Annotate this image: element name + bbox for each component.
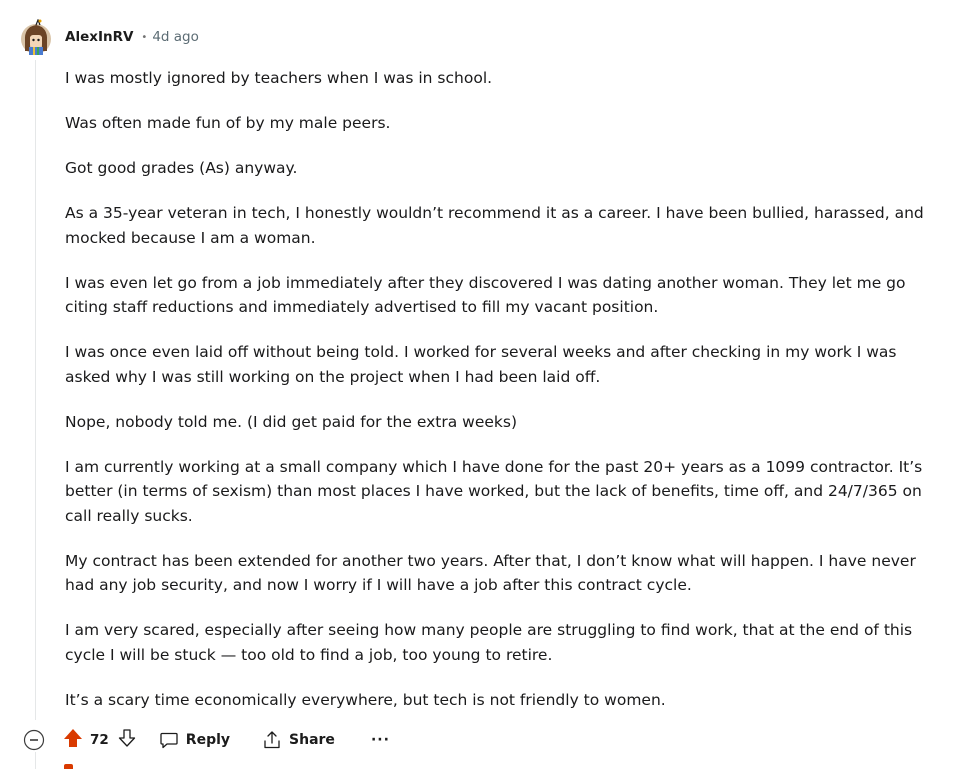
author-name[interactable]: AlexInRV <box>65 29 133 45</box>
comment-paragraph: I am currently working at a small compan… <box>65 457 923 525</box>
thread-line[interactable] <box>35 60 36 720</box>
upvote-arrow-icon <box>64 729 82 747</box>
comment-paragraph: It’s a scary time economically everywher… <box>65 690 666 709</box>
meta-separator: • <box>141 31 148 43</box>
comment-paragraph: My contract has been extended for anothe… <box>65 551 916 595</box>
more-options-button[interactable]: ··· <box>371 732 390 748</box>
vote-score: 72 <box>90 732 109 748</box>
downvote-button[interactable] <box>117 728 137 752</box>
comment-paragraph: I was mostly ignored by teachers when I … <box>65 69 493 87</box>
comment-paragraph: As a 35-year veteran in tech, I honestly… <box>65 204 924 247</box>
reply-button[interactable]: Reply <box>159 730 230 750</box>
avatar[interactable] <box>20 18 52 57</box>
share-button[interactable]: Share <box>262 730 335 750</box>
vote-group: 72 <box>63 728 137 752</box>
comment-action-bar: 72 Reply Share ··· <box>22 726 390 754</box>
reply-label: Reply <box>185 732 231 748</box>
next-comment-avatar-edge <box>64 764 73 769</box>
share-label: Share <box>289 732 335 748</box>
comment-body: I was mostly ignored by teachers when I … <box>65 66 945 712</box>
upvote-button[interactable] <box>63 728 83 752</box>
comment-paragraph: Got good grades (As) anyway. <box>65 159 298 177</box>
comment-header: AlexInRV • 4d ago <box>65 27 199 47</box>
minus-circle-icon <box>23 729 45 751</box>
thread-line-continuation[interactable] <box>35 752 36 769</box>
comment-bubble-icon <box>160 732 178 749</box>
comment-paragraph: I was even let go from a job immediately… <box>65 273 906 317</box>
comment-timestamp[interactable]: 4d ago <box>152 29 199 45</box>
share-icon <box>264 731 280 749</box>
comment-paragraph: I am very scared, especially after seein… <box>65 621 913 664</box>
comment-paragraph: I was once even laid off without being t… <box>65 343 897 386</box>
avatar-icon <box>21 18 51 55</box>
downvote-arrow-icon <box>118 729 135 747</box>
collapse-button[interactable] <box>22 728 46 752</box>
comment-paragraph: Nope, nobody told me. (I did get paid fo… <box>65 412 518 431</box>
ellipsis-icon: ··· <box>370 732 390 748</box>
comment-paragraph: Was often made fun of by my male peers. <box>65 114 391 132</box>
